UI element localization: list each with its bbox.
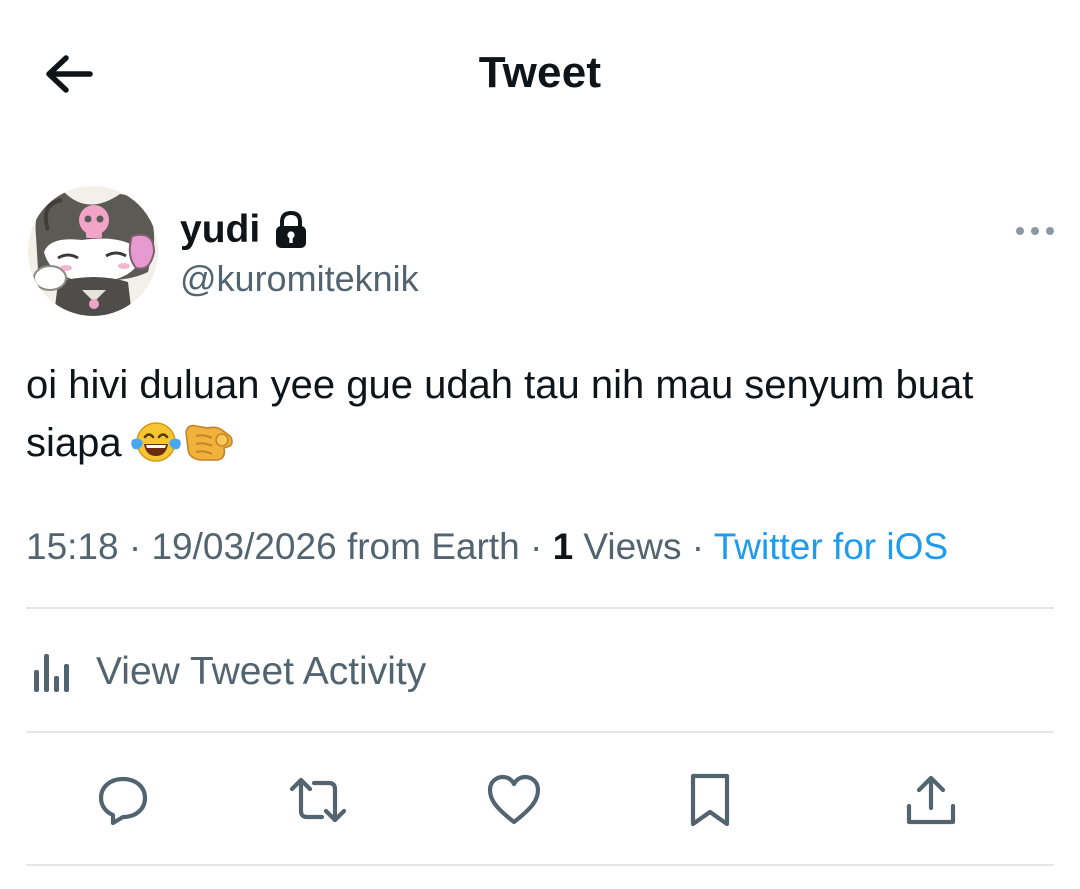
meta-separator: ·	[128, 526, 142, 567]
retweet-icon	[289, 777, 347, 823]
more-horizontal-icon	[1016, 227, 1054, 235]
author-name-row[interactable]: yudi	[180, 208, 308, 252]
face-with-tears-of-joy-emoji	[130, 422, 181, 462]
source-link[interactable]: Twitter for iOS	[714, 526, 948, 567]
divider	[26, 864, 1054, 866]
activity-label: View Tweet Activity	[96, 650, 427, 693]
page-title: Tweet	[478, 48, 602, 97]
retweet-button[interactable]	[288, 770, 348, 830]
divider	[26, 607, 1054, 609]
tweet-meta: 15:18 · 19/03/2026 from Earth · 1 Views …	[26, 526, 948, 568]
kuromi-avatar-image	[28, 186, 158, 316]
bookmark-button[interactable]	[680, 770, 740, 830]
emoji-group	[130, 418, 236, 464]
share-icon	[906, 775, 956, 825]
back-button[interactable]	[40, 48, 96, 100]
views-count: 1	[552, 526, 574, 567]
tweet-date-location: 19/03/2026 from Earth	[151, 526, 520, 567]
reply-icon	[98, 776, 148, 826]
analytics-icon	[34, 654, 69, 692]
heart-icon	[487, 774, 541, 825]
views-label: Views	[583, 526, 682, 567]
reply-button[interactable]	[93, 770, 153, 830]
tweet-time: 15:18	[26, 526, 119, 567]
more-options-button[interactable]	[1010, 218, 1060, 244]
view-tweet-activity-button[interactable]: View Tweet Activity	[26, 640, 426, 704]
arrow-left-icon	[46, 55, 93, 93]
meta-separator: ·	[529, 526, 543, 567]
backhand-index-pointing-at-viewer-emoji	[184, 424, 233, 461]
tweet-text: oi hivi duluan yee gue udah tau nih mau …	[26, 356, 1066, 472]
display-name: yudi	[180, 208, 261, 251]
divider	[26, 731, 1054, 733]
meta-separator: ·	[691, 526, 705, 567]
avatar[interactable]	[28, 186, 158, 316]
share-button[interactable]	[901, 770, 961, 830]
bookmark-icon	[690, 773, 730, 827]
author-handle[interactable]: @kuromiteknik	[180, 258, 419, 300]
lock-icon	[274, 211, 308, 249]
like-button[interactable]	[484, 770, 544, 830]
tweet-detail-screen: Tweet yudi @kuromiteknik oi hivi duluan …	[0, 0, 1080, 889]
